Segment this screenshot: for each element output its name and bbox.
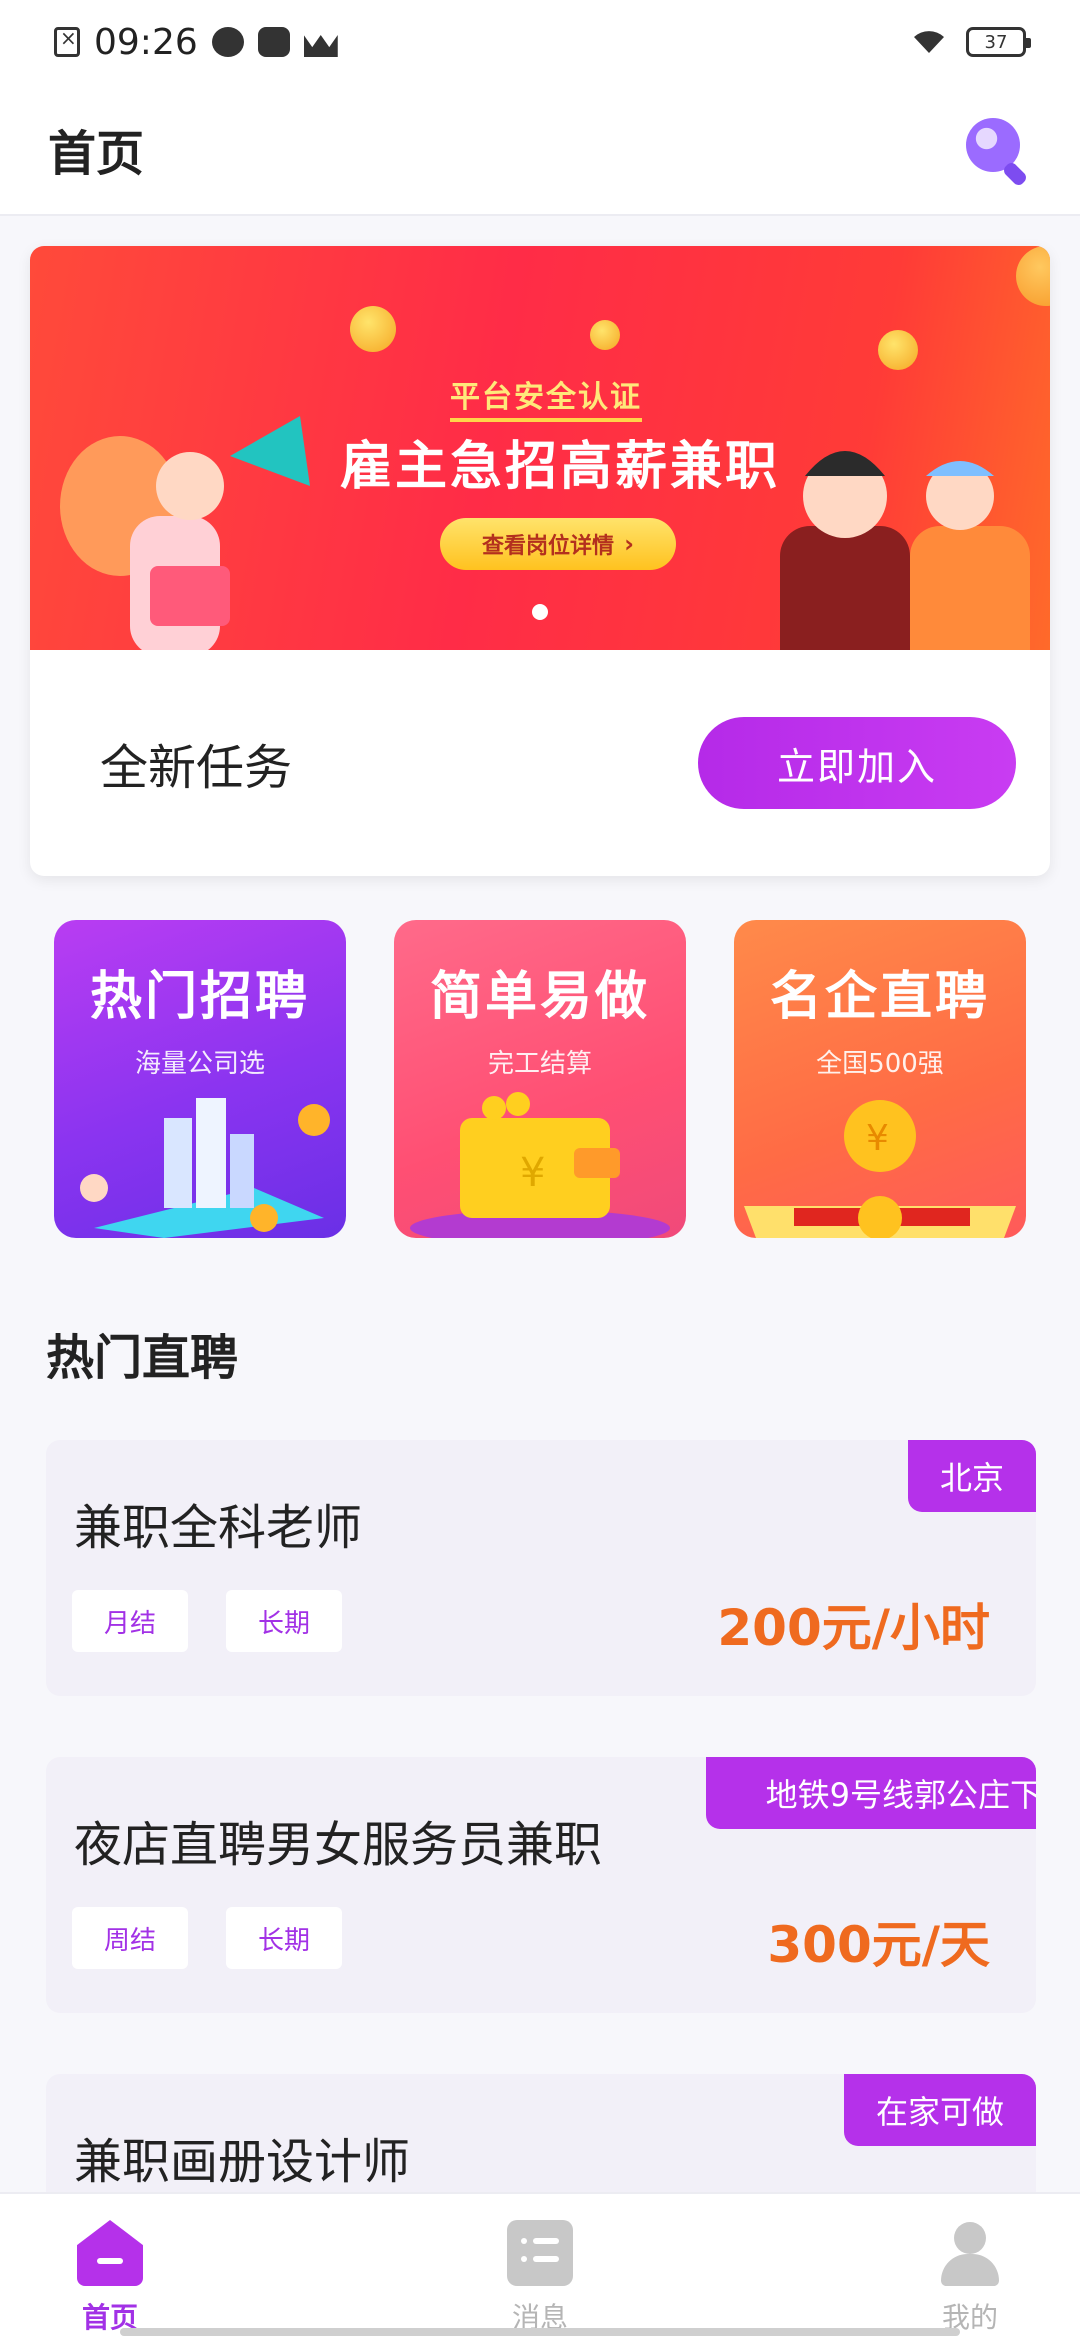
section-title: 热门直聘 — [46, 1330, 239, 1386]
home-icon — [77, 2220, 143, 2286]
tile-title: 热门招聘 — [89, 967, 310, 1027]
category-tiles: 热门招聘 海量公司选 简单易做 完工结算 ¥ 名企直聘 全国500强 ¥ — [54, 920, 1026, 1238]
home-icon-bar — [97, 2258, 123, 2264]
wifi-icon — [912, 29, 946, 55]
job-card[interactable]: 地铁9号线郭公庄下 夜店直聘男女服务员兼职 周结 长期 300元/天 — [46, 1757, 1036, 2013]
notification-icon — [257, 27, 290, 57]
tile-title: 名企直聘 — [769, 967, 990, 1027]
message-icon-line — [521, 2238, 527, 2244]
job-title: 夜店直聘男女服务员兼职 — [74, 1817, 603, 1873]
search-button[interactable] — [962, 114, 1032, 188]
category-hot-recruitment[interactable]: 热门招聘 海量公司选 — [54, 920, 346, 1238]
nav-item-profile[interactable]: 我的 — [900, 2194, 1040, 2340]
svg-text:¥: ¥ — [866, 1118, 889, 1159]
job-card[interactable]: 北京 兼职全科老师 月结 长期 200元/小时 — [46, 1440, 1036, 1696]
coin-decoration — [878, 330, 918, 370]
gesture-bar[interactable] — [120, 2328, 960, 2336]
profile-icon-body — [941, 2254, 999, 2286]
banner-badge: 平台安全认证 — [450, 372, 642, 422]
chevron-right-icon: › — [624, 530, 634, 558]
job-location-badge: 在家可做 — [843, 2074, 1036, 2146]
app-header: 首页 — [0, 84, 1080, 216]
nav-item-messages[interactable]: 消息 — [470, 2194, 610, 2340]
profile-icon-head — [954, 2222, 986, 2254]
tile-subtitle: 海量公司选 — [134, 1049, 265, 1079]
megaphone-woman-illustration — [60, 416, 310, 650]
job-tags: 月结 长期 — [72, 1590, 342, 1652]
banner-cta-button[interactable]: 查看岗位详情 › — [440, 518, 676, 570]
job-location-badge: 北京 — [907, 1440, 1036, 1512]
status-right: 37 — [912, 27, 1031, 57]
task-row: 全新任务 立即加入 — [30, 650, 1050, 876]
nav-item-home[interactable]: 首页 — [40, 2194, 180, 2340]
wallet-illustration: ¥ — [410, 1092, 670, 1238]
message-icon-line — [533, 2238, 559, 2244]
profile-icon — [937, 2220, 1003, 2286]
category-easy-tasks[interactable]: 简单易做 完工结算 ¥ — [394, 920, 686, 1238]
carousel-indicator[interactable] — [532, 604, 548, 620]
tile-subtitle: 全国500强 — [816, 1049, 944, 1079]
search-icon-handle — [1001, 160, 1029, 188]
job-location: 在家可做 — [875, 2093, 1004, 2131]
join-now-button[interactable]: 立即加入 — [698, 717, 1016, 809]
battery-level: 37 — [984, 31, 1008, 53]
wechat-icon — [211, 27, 244, 57]
status-time: 09:26 — [94, 21, 198, 63]
job-tag: 长期 — [226, 1590, 342, 1652]
task-title: 全新任务 — [100, 740, 293, 796]
job-location-badge: 地铁9号线郭公庄下 — [706, 1757, 1036, 1829]
job-location: 地铁9号线郭公庄下 — [765, 1776, 1036, 1814]
message-icon — [507, 2220, 573, 2286]
message-icon-line — [533, 2256, 559, 2262]
job-tag: 周结 — [72, 1907, 188, 1969]
banner-cta-label: 查看岗位详情 — [482, 534, 615, 559]
svg-text:¥: ¥ — [520, 1150, 545, 1196]
coin-decoration — [590, 320, 620, 350]
message-icon-line — [521, 2256, 527, 2262]
coin-slot-illustration: ¥ — [744, 1100, 1016, 1238]
coin-decoration — [1016, 246, 1050, 306]
banner-headline: 雇主急招高薪兼职 — [339, 437, 780, 497]
status-left: 09:26 — [54, 22, 338, 63]
home-icon-shape — [77, 2220, 143, 2286]
message-icon-shape — [507, 2220, 573, 2286]
promo-banner[interactable]: 平台安全认证 雇主急招高薪兼职 查看岗位详情 › — [30, 246, 1050, 650]
tile-title: 简单易做 — [429, 967, 650, 1027]
page-title: 首页 — [48, 126, 145, 182]
banner-card: 平台安全认证 雇主急招高薪兼职 查看岗位详情 › 全新任务 立即加入 — [30, 246, 1050, 876]
coin-decoration — [350, 306, 396, 352]
job-location: 北京 — [939, 1459, 1004, 1497]
job-title: 兼职画册设计师 — [74, 2134, 411, 2190]
no-sim-icon — [54, 26, 80, 57]
job-tag: 长期 — [226, 1907, 342, 1969]
cheering-people-illustration — [780, 451, 1030, 650]
job-title: 兼职全科老师 — [74, 1500, 363, 1556]
job-tags: 周结 长期 — [72, 1907, 342, 1969]
crown-icon — [304, 27, 338, 57]
tile-subtitle: 完工结算 — [487, 1049, 592, 1079]
battery-icon: 37 — [966, 27, 1031, 57]
job-tag: 月结 — [72, 1590, 188, 1652]
job-pay: 200元/小时 — [717, 1599, 990, 1657]
category-top-companies[interactable]: 名企直聘 全国500强 ¥ — [734, 920, 1026, 1238]
bottom-nav: 首页 消息 我的 — [0, 2192, 1080, 2340]
status-bar: 09:26 37 — [0, 0, 1080, 84]
city-phone-illustration — [80, 1098, 330, 1238]
job-pay: 300元/天 — [767, 1916, 990, 1974]
